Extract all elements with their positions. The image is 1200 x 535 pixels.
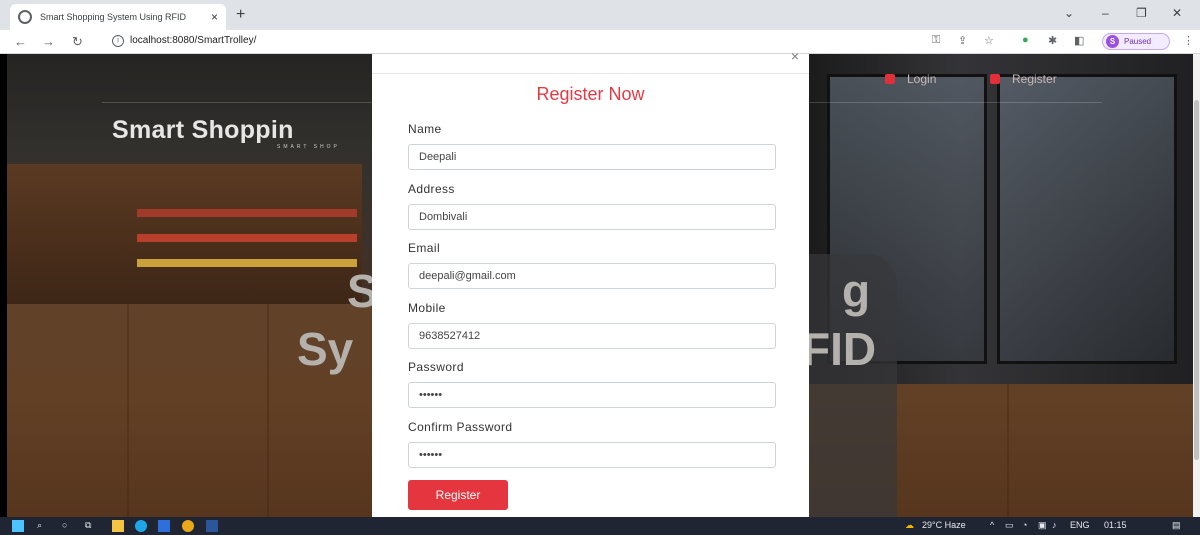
restore-icon[interactable]: ❐ [1136, 6, 1147, 20]
password-field[interactable]: •••••• [408, 382, 776, 408]
battery-icon[interactable]: ▭ [1005, 520, 1014, 531]
mobile-label: Mobile [408, 301, 446, 315]
windows-start-icon[interactable] [12, 520, 24, 532]
nav-register-link[interactable]: Register [990, 72, 1057, 86]
confirm-password-label: Confirm Password [408, 420, 513, 434]
chevron-up-icon[interactable]: ^ [990, 520, 994, 530]
freezer-door [997, 74, 1177, 364]
profile-status: Paused [1124, 37, 1152, 46]
confirm-password-field[interactable]: •••••• [408, 442, 776, 468]
register-icon [990, 74, 1000, 84]
hero-heading-left-2: Sy [297, 323, 354, 375]
user-icon [885, 74, 895, 84]
new-tab-icon[interactable]: + [236, 6, 245, 24]
modal-header-divider [372, 73, 809, 74]
store-shelf-image [7, 164, 362, 304]
forward-icon[interactable]: → [42, 34, 55, 49]
site-brand[interactable]: Smart Shoppin [112, 116, 294, 145]
globe-icon [18, 10, 32, 24]
address-field[interactable]: Dombivali [408, 204, 776, 230]
info-icon[interactable]: i [112, 35, 124, 47]
register-modal: × Register Now Name Deepali Address Domb… [372, 48, 809, 517]
password-label: Password [408, 360, 464, 374]
key-icon[interactable]: ⚿ [932, 34, 940, 47]
store-icon[interactable] [158, 520, 170, 532]
clock[interactable]: 01:15 [1104, 520, 1127, 530]
back-icon[interactable]: ← [14, 34, 27, 49]
weather-text[interactable]: 29°C Haze [922, 520, 966, 530]
extension-green-icon[interactable]: ● [1022, 34, 1029, 46]
share-icon[interactable]: ⇪ [958, 34, 967, 47]
name-label: Name [408, 122, 442, 136]
url-field[interactable]: localhost:8080/SmartTrolley/ [130, 35, 256, 46]
file-explorer-icon[interactable] [112, 520, 124, 532]
tab-close-icon[interactable]: × [211, 10, 218, 24]
email-field[interactable]: deepali@gmail.com [408, 263, 776, 289]
tab-title: Smart Shopping System Using RFID [40, 12, 187, 22]
taskbar: ⌕ ○ ⧉ ☁ 29°C Haze ^ ▭ ◔ ▣ ♪ ENG 01:15 ▤ [0, 517, 1200, 535]
floor-plank [267, 304, 269, 517]
tab-search-chevron-icon[interactable]: ⌄ [1064, 6, 1074, 20]
shelf-products [137, 234, 357, 242]
word-icon[interactable] [206, 520, 218, 532]
modal-title: Register Now [536, 84, 645, 104]
extensions-puzzle-icon[interactable]: ✱ [1048, 34, 1057, 47]
address-label: Address [408, 182, 455, 196]
screen: Smart Shopping System Using RFID × + ⌄ –… [0, 0, 1200, 535]
address-bar: ← → ↻ i localhost:8080/SmartTrolley/ ⚿ ⇪… [0, 30, 1200, 54]
language-indicator[interactable]: ENG [1070, 520, 1090, 530]
task-view-icon[interactable]: ⧉ [85, 520, 91, 531]
browser-tab-bar: Smart Shopping System Using RFID × + ⌄ –… [0, 0, 1200, 30]
nav-login-label: Login [907, 72, 937, 86]
mobile-field[interactable]: 9638527412 [408, 323, 776, 349]
reload-icon[interactable]: ↻ [72, 34, 83, 50]
hero-heading-right-1: g [842, 265, 871, 317]
volume-icon[interactable]: ♪ [1052, 520, 1057, 530]
register-button[interactable]: Register [408, 480, 508, 510]
menu-kebab-icon[interactable]: ⋮ [1183, 34, 1194, 47]
browser-tab[interactable]: Smart Shopping System Using RFID × [10, 4, 226, 30]
avatar: S [1106, 35, 1119, 48]
shelf-products [137, 259, 357, 267]
minimize-icon[interactable]: – [1102, 6, 1109, 20]
weather-icon: ☁ [905, 520, 914, 530]
hero-heading-right-2: FID [802, 323, 877, 375]
side-panel-icon[interactable]: ◧ [1074, 34, 1084, 47]
shelf-products [137, 209, 357, 217]
search-icon[interactable]: ⌕ [37, 520, 42, 531]
bookmark-star-icon[interactable]: ☆ [984, 34, 994, 47]
name-field[interactable]: Deepali [408, 144, 776, 170]
notification-icon[interactable]: ▤ [1172, 520, 1181, 531]
email-label: Email [408, 241, 441, 255]
floor-plank [127, 304, 129, 517]
edge-icon[interactable] [135, 520, 147, 532]
site-brand-tagline: SMART SHOP [277, 144, 340, 150]
scrollbar-thumb[interactable] [1194, 100, 1199, 460]
profile-button[interactable]: S Paused [1102, 33, 1170, 50]
nav-register-label: Register [1012, 72, 1057, 86]
network-icon[interactable]: ◔ [1022, 520, 1027, 530]
display-icon[interactable]: ▣ [1038, 520, 1047, 531]
cortana-icon[interactable]: ○ [62, 520, 67, 530]
chrome-icon[interactable] [182, 520, 194, 532]
close-window-icon[interactable]: ✕ [1172, 6, 1182, 20]
modal-close-icon[interactable]: × [791, 48, 799, 64]
nav-login-link[interactable]: Login [885, 72, 936, 86]
